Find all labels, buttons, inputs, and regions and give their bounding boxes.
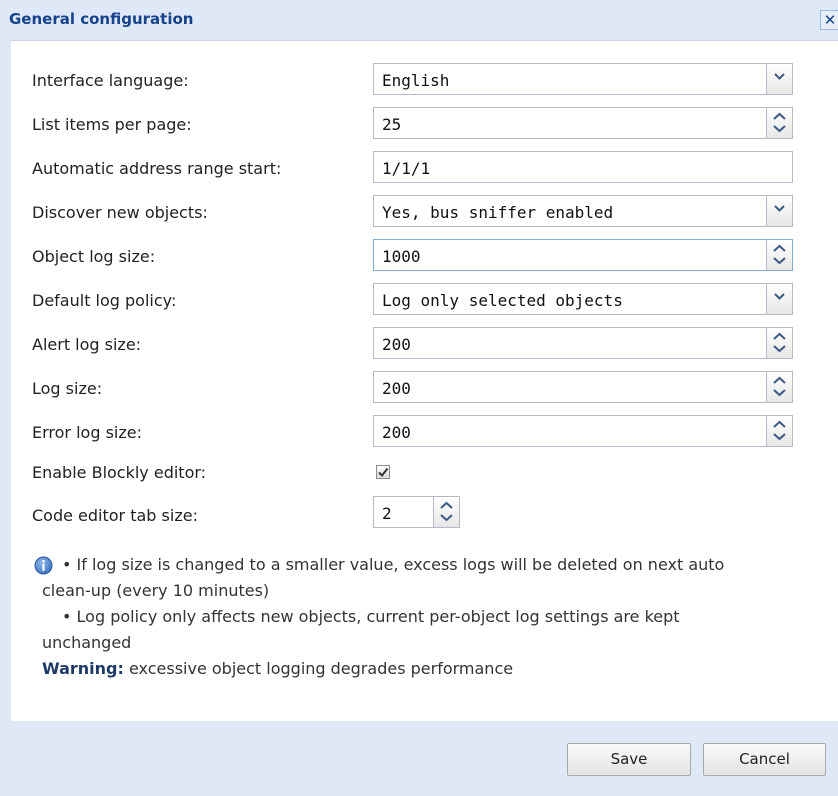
warning-text: excessive object logging degrades perfor… — [123, 659, 514, 678]
checkmark-icon — [378, 467, 389, 478]
object-log-size-label: Object log size: — [32, 247, 156, 266]
log-size-spinner[interactable]: 200 — [373, 371, 793, 403]
spin-down-icon[interactable] — [773, 344, 786, 353]
chevron-down-icon — [774, 73, 785, 80]
error-log-size-spin-buttons[interactable] — [766, 416, 792, 446]
dialog-title: General configuration — [9, 10, 194, 28]
interface-language-dropdown-trigger[interactable] — [766, 64, 792, 94]
info-warning: Warning: excessive object logging degrad… — [42, 656, 832, 682]
error-log-size-label: Error log size: — [32, 423, 142, 442]
default-log-policy-dropdown-trigger[interactable] — [766, 284, 792, 314]
spin-up-icon[interactable] — [773, 112, 786, 121]
chevron-down-icon — [774, 293, 785, 300]
enable-blockly-editor-label: Enable Blockly editor: — [32, 463, 207, 482]
code-editor-tab-size-spinner[interactable]: 2 — [373, 496, 460, 528]
interface-language-value: English — [382, 71, 450, 90]
spin-up-icon[interactable] — [773, 376, 786, 385]
spin-up-icon[interactable] — [773, 332, 786, 341]
default-log-policy-value: Log only selected objects — [382, 291, 623, 310]
alert-log-size-spinner[interactable]: 200 — [373, 327, 793, 359]
cancel-button[interactable]: Cancel — [703, 743, 826, 776]
info-line-3: • Log policy only affects new objects, c… — [62, 607, 680, 626]
spin-up-icon[interactable] — [773, 420, 786, 429]
error-log-size-spinner[interactable]: 200 — [373, 415, 793, 447]
code-editor-tab-size-value: 2 — [382, 504, 392, 523]
spin-down-icon[interactable] — [440, 513, 453, 522]
spin-down-icon[interactable] — [773, 388, 786, 397]
spin-up-icon[interactable] — [440, 501, 453, 510]
error-log-size-value: 200 — [382, 423, 411, 442]
address-range-start-value: 1/1/1 — [382, 159, 431, 178]
warning-label: Warning: — [42, 659, 124, 678]
code-editor-tab-size-spin-buttons[interactable] — [433, 497, 459, 527]
interface-language-select[interactable]: English — [373, 63, 793, 95]
alert-log-size-spin-buttons[interactable] — [766, 328, 792, 358]
address-range-start-input[interactable]: 1/1/1 — [373, 151, 793, 183]
list-items-per-page-value: 25 — [382, 115, 402, 134]
dialog-titlebar[interactable]: General configuration ✕ — [0, 0, 838, 40]
list-items-per-page-spinner[interactable]: 25 — [373, 107, 793, 139]
save-button[interactable]: Save — [567, 743, 691, 776]
object-log-size-value: 1000 — [382, 247, 421, 266]
alert-log-size-value: 200 — [382, 335, 411, 354]
log-size-label: Log size: — [32, 379, 103, 398]
info-line-4: unchanged — [42, 633, 132, 652]
log-size-spin-buttons[interactable] — [766, 372, 792, 402]
info-icon — [34, 556, 53, 575]
object-log-size-spinner[interactable]: 1000 — [373, 239, 793, 271]
spin-down-icon[interactable] — [773, 256, 786, 265]
address-range-start-label: Automatic address range start: — [32, 159, 282, 178]
info-line-1: • If log size is changed to a smaller va… — [62, 555, 725, 574]
discover-new-objects-label: Discover new objects: — [32, 203, 208, 222]
log-size-value: 200 — [382, 379, 411, 398]
discover-new-objects-select[interactable]: Yes, bus sniffer enabled — [373, 195, 793, 227]
discover-new-objects-dropdown-trigger[interactable] — [766, 196, 792, 226]
default-log-policy-label: Default log policy: — [32, 291, 177, 310]
chevron-down-icon — [774, 205, 785, 212]
interface-language-label: Interface language: — [32, 71, 189, 90]
info-note: • If log size is changed to a smaller va… — [42, 552, 832, 682]
default-log-policy-select[interactable]: Log only selected objects — [373, 283, 793, 315]
alert-log-size-label: Alert log size: — [32, 335, 142, 354]
object-log-size-spin-buttons[interactable] — [766, 240, 792, 270]
general-configuration-dialog: General configuration ✕ Interface langua… — [0, 0, 838, 796]
spin-down-icon[interactable] — [773, 432, 786, 441]
discover-new-objects-value: Yes, bus sniffer enabled — [382, 203, 614, 222]
enable-blockly-editor-checkbox[interactable] — [376, 465, 390, 479]
code-editor-tab-size-label: Code editor tab size: — [32, 506, 198, 525]
info-line-2: clean-up (every 10 minutes) — [42, 581, 270, 600]
close-icon[interactable]: ✕ — [820, 10, 838, 30]
list-items-per-page-label: List items per page: — [32, 115, 192, 134]
list-items-per-page-spin-buttons[interactable] — [766, 108, 792, 138]
spin-down-icon[interactable] — [773, 124, 786, 133]
spin-up-icon[interactable] — [773, 244, 786, 253]
